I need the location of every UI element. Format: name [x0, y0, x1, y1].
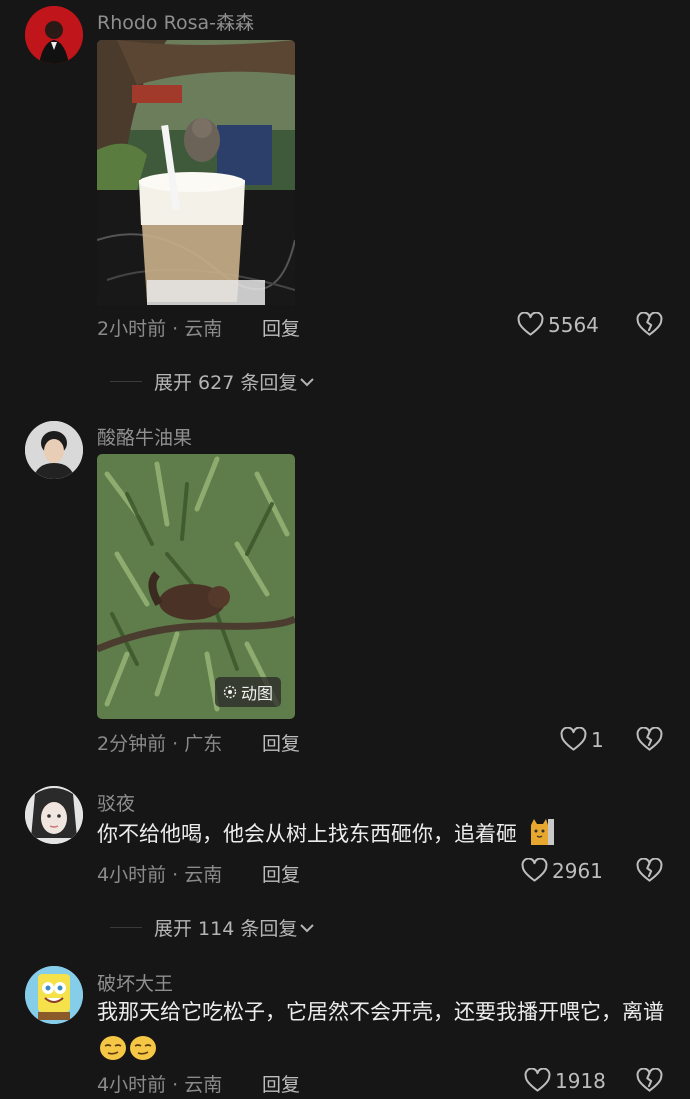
heart-icon: [560, 727, 587, 751]
like-button[interactable]: 1: [560, 727, 604, 752]
broken-heart-icon: [636, 858, 663, 882]
avatar[interactable]: [25, 421, 83, 479]
comment-photo[interactable]: [97, 40, 295, 305]
avatar[interactable]: [25, 966, 83, 1024]
gif-label: 动图: [240, 684, 273, 703]
dislike-button[interactable]: [636, 1068, 663, 1093]
smirk-emoji-icon: [100, 1036, 126, 1060]
comment-time-location: 2小时前 · 云南: [97, 318, 223, 340]
live-circle-icon: [223, 685, 237, 699]
comment-username[interactable]: 破坏大王: [97, 969, 173, 996]
like-button[interactable]: 2961: [521, 858, 603, 883]
comment-time-location: 4小时前 · 云南: [97, 864, 223, 886]
comment-text: 我那天给它吃松子，它居然不会开壳，还要我播开喂它，离谱: [97, 994, 667, 1068]
comment-time-location: 2分钟前 · 广东: [97, 733, 223, 755]
reply-button[interactable]: 回复: [262, 314, 300, 341]
expand-replies-label: 展开 114 条回复: [154, 918, 298, 940]
divider: [110, 927, 142, 928]
comment-time-location: 4小时前 · 云南: [97, 1074, 223, 1096]
chevron-down-icon: [300, 377, 315, 386]
divider: [110, 381, 142, 382]
dislike-button[interactable]: [636, 858, 663, 883]
like-button[interactable]: 5564: [517, 312, 599, 337]
comment-text: 你不给他喝，他会从树上找东西砸你，追着砸: [97, 816, 667, 853]
like-count: 2961: [552, 858, 603, 883]
heart-icon: [521, 858, 548, 882]
comment-gif[interactable]: 动图: [97, 454, 295, 719]
chevron-down-icon: [300, 923, 315, 932]
reply-button[interactable]: 回复: [262, 729, 300, 756]
comment-text-content: 你不给他喝，他会从树上找东西砸你，追着砸: [97, 822, 517, 846]
smirk-emoji-icon: [130, 1036, 156, 1060]
gif-badge: 动图: [214, 677, 281, 707]
reply-button[interactable]: 回复: [262, 860, 300, 887]
broken-heart-icon: [636, 727, 663, 751]
expand-replies-button[interactable]: 展开 627 条回复: [110, 368, 315, 395]
comment-username[interactable]: 驳夜: [97, 789, 135, 816]
comment-username[interactable]: 酸酪牛油果: [97, 423, 192, 450]
heart-icon: [524, 1068, 551, 1092]
heart-icon: [517, 312, 544, 336]
avatar[interactable]: [25, 6, 83, 64]
like-button[interactable]: 1918: [524, 1068, 606, 1093]
like-count: 1918: [555, 1068, 606, 1093]
dislike-button[interactable]: [636, 312, 663, 337]
broken-heart-icon: [636, 312, 663, 336]
expand-replies-label: 展开 627 条回复: [154, 372, 298, 394]
reply-button[interactable]: 回复: [262, 1070, 300, 1097]
comment-username[interactable]: Rhodo Rosa-森森: [97, 8, 254, 35]
broken-heart-icon: [636, 1068, 663, 1092]
like-count: 5564: [548, 312, 599, 337]
like-count: 1: [591, 727, 604, 752]
comment-text-content: 我那天给它吃松子，它居然不会开壳，还要我播开喂它，离谱: [97, 1000, 664, 1024]
avatar[interactable]: [25, 786, 83, 844]
cat-emoji-icon: [530, 819, 554, 845]
expand-replies-button[interactable]: 展开 114 条回复: [110, 914, 315, 941]
dislike-button[interactable]: [636, 727, 663, 752]
